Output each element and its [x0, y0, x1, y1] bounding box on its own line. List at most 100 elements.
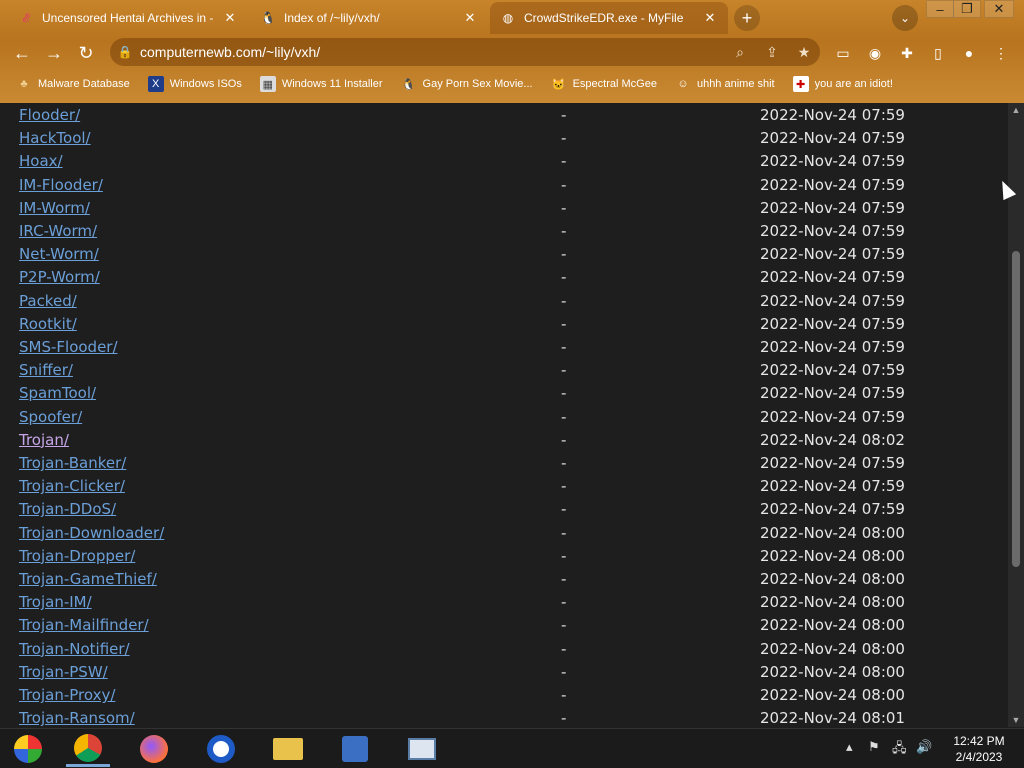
opera-icon[interactable]: [199, 731, 243, 767]
directory-link[interactable]: Packed/: [19, 292, 77, 310]
directory-link[interactable]: IM-Worm/: [19, 199, 90, 217]
browser-chrome: 𝓔 Uncensored Hentai Archives in - ✕ 🐧 In…: [0, 0, 1024, 103]
modified-date-cell: 2022-Nov-24 07:59: [760, 407, 905, 426]
directory-link[interactable]: Trojan-Dropper/: [19, 547, 135, 565]
tab-1[interactable]: 🐧 Index of /~lily/vxh/ ✕: [250, 2, 488, 34]
directory-link[interactable]: Trojan-PSW/: [19, 663, 108, 681]
directory-link[interactable]: Rootkit/: [19, 315, 77, 333]
directory-link[interactable]: SMS-Flooder/: [19, 338, 118, 356]
installer-icon[interactable]: [333, 731, 377, 767]
directory-link[interactable]: Hoax/: [19, 152, 63, 170]
directory-link[interactable]: Trojan-Notifier/: [19, 640, 130, 658]
penguin-icon: 🐧: [401, 78, 416, 91]
url-text[interactable]: computernewb.com/~lily/vxh/: [140, 44, 724, 60]
directory-link[interactable]: Trojan-Mailfinder/: [19, 616, 149, 634]
file-explorer-icon[interactable]: [266, 731, 310, 767]
directory-link[interactable]: Trojan/: [19, 431, 69, 449]
tab-2[interactable]: ◍ CrowdStrikeEDR.exe - MyFile ✕: [490, 2, 728, 34]
volume-icon[interactable]: 🔊: [916, 739, 932, 755]
tab-0[interactable]: 𝓔 Uncensored Hentai Archives in - ✕: [8, 2, 248, 34]
bookmark-label: Malware Database: [38, 78, 130, 90]
minimize-button[interactable]: –: [926, 0, 954, 18]
bookmark-3[interactable]: 🐧 Gay Porn Sex Movie...: [401, 76, 533, 92]
toolbar: ← → ↻ 🔒 computernewb.com/~lily/vxh/ ⌕ ⇪ …: [0, 34, 1024, 70]
directory-link[interactable]: HackTool/: [19, 129, 91, 147]
scrollbar-thumb[interactable]: [1012, 251, 1020, 567]
clock[interactable]: 12:42 PM 2/4/2023: [944, 733, 1014, 765]
new-tab-button[interactable]: +: [734, 5, 760, 31]
bookmark-star-icon[interactable]: ★: [788, 44, 820, 61]
address-bar[interactable]: 🔒 computernewb.com/~lily/vxh/ ⌕ ⇪ ★: [110, 38, 820, 66]
tab-strip: 𝓔 Uncensored Hentai Archives in - ✕ 🐧 In…: [0, 0, 1024, 34]
close-tab-icon[interactable]: ✕: [222, 10, 238, 26]
close-tab-icon[interactable]: ✕: [462, 10, 478, 26]
action-center-flag-icon[interactable]: ⚑: [868, 739, 880, 755]
window-app-icon[interactable]: [400, 731, 444, 767]
size-cell: -: [561, 361, 567, 380]
table-row: Trojan/ - 2022-Nov-24 08:02: [8, 430, 1001, 453]
directory-link[interactable]: Trojan-DDoS/: [19, 500, 116, 518]
size-cell: -: [561, 314, 567, 333]
directory-link[interactable]: IRC-Worm/: [19, 222, 97, 240]
avatar-extension-icon[interactable]: ◉: [864, 42, 886, 64]
search-icon[interactable]: ⌕: [724, 44, 756, 61]
directory-link[interactable]: Trojan-Banker/: [19, 454, 126, 472]
puzzle-extensions-icon[interactable]: ✚: [896, 42, 918, 64]
windows-logo-icon[interactable]: [6, 731, 50, 767]
directory-link[interactable]: Trojan-IM/: [19, 593, 92, 611]
globe-icon: ◍: [502, 11, 514, 25]
directory-link[interactable]: Trojan-Proxy/: [19, 686, 115, 704]
bookmark-5[interactable]: ☺ uhhh anime shit: [675, 76, 774, 92]
table-row: Trojan-Dropper/ - 2022-Nov-24 08:00: [8, 546, 1001, 569]
modified-date-cell: 2022-Nov-24 07:59: [760, 152, 905, 171]
table-row: Trojan-Clicker/ - 2022-Nov-24 07:59: [8, 476, 1001, 499]
modified-date-cell: 2022-Nov-24 07:59: [760, 129, 905, 148]
bookmark-4[interactable]: 🐱 Espectral McGee: [551, 76, 657, 92]
firefox-icon[interactable]: [132, 731, 176, 767]
size-cell: -: [561, 245, 567, 264]
directory-link[interactable]: Sniffer/: [19, 361, 73, 379]
directory-link[interactable]: Flooder/: [19, 106, 80, 124]
bookmark-2[interactable]: ▦ Windows 11 Installer: [259, 76, 383, 92]
directory-link[interactable]: SpamTool/: [19, 384, 96, 402]
image-icon: ▦: [259, 76, 276, 92]
back-button[interactable]: ←: [9, 40, 35, 66]
scroll-up-arrow-icon[interactable]: ▲: [1008, 103, 1024, 117]
modified-date-cell: 2022-Nov-24 08:00: [760, 639, 905, 658]
menu-kebab-icon[interactable]: ⋮: [990, 42, 1012, 64]
lock-icon[interactable]: 🔒: [110, 45, 140, 59]
bookmark-label: you are an idiot!: [814, 78, 893, 90]
close-tab-icon[interactable]: ✕: [702, 10, 718, 26]
table-row: Trojan-Notifier/ - 2022-Nov-24 08:00: [8, 639, 1001, 662]
close-window-button[interactable]: ✕: [984, 0, 1014, 18]
directory-link[interactable]: Spoofer/: [19, 408, 82, 426]
restore-button[interactable]: ❐: [953, 0, 981, 18]
table-row: Trojan-IM/ - 2022-Nov-24 08:00: [8, 592, 1001, 615]
bookmark-1[interactable]: X Windows ISOs: [147, 76, 242, 92]
directory-link[interactable]: Trojan-Clicker/: [19, 477, 125, 495]
forward-button[interactable]: →: [41, 40, 67, 66]
modified-date-cell: 2022-Nov-24 07:59: [760, 198, 905, 217]
directory-link[interactable]: P2P-Worm/: [19, 268, 100, 286]
network-icon[interactable]: 🖧: [892, 739, 907, 761]
profile-avatar-icon[interactable]: ●: [958, 42, 980, 64]
modified-date-cell: 2022-Nov-24 07:59: [760, 175, 905, 194]
directory-link[interactable]: Net-Worm/: [19, 245, 99, 263]
site-icon: 𝓔: [22, 10, 30, 25]
show-hidden-icons-icon[interactable]: ▴: [846, 739, 853, 755]
reload-button[interactable]: ↻: [73, 40, 99, 66]
directory-link[interactable]: Trojan-Ransom/: [19, 709, 135, 727]
size-cell: -: [561, 384, 567, 403]
directory-link[interactable]: Trojan-Downloader/: [19, 524, 164, 542]
tab-search-button[interactable]: ⌄: [892, 5, 918, 31]
directory-link[interactable]: IM-Flooder/: [19, 176, 103, 194]
directory-link[interactable]: Trojan-GameThief/: [19, 570, 157, 588]
side-panel-icon[interactable]: ▯: [927, 42, 949, 64]
flag-extension-icon[interactable]: ▭: [832, 42, 854, 64]
share-icon[interactable]: ⇪: [756, 44, 788, 61]
size-cell: -: [561, 454, 567, 472]
bookmark-0[interactable]: ♣ Malware Database: [16, 76, 130, 92]
bookmark-6[interactable]: ✚ you are an idiot!: [792, 76, 893, 92]
chrome-icon[interactable]: [66, 731, 110, 767]
scroll-down-arrow-icon[interactable]: ▼: [1008, 713, 1024, 727]
